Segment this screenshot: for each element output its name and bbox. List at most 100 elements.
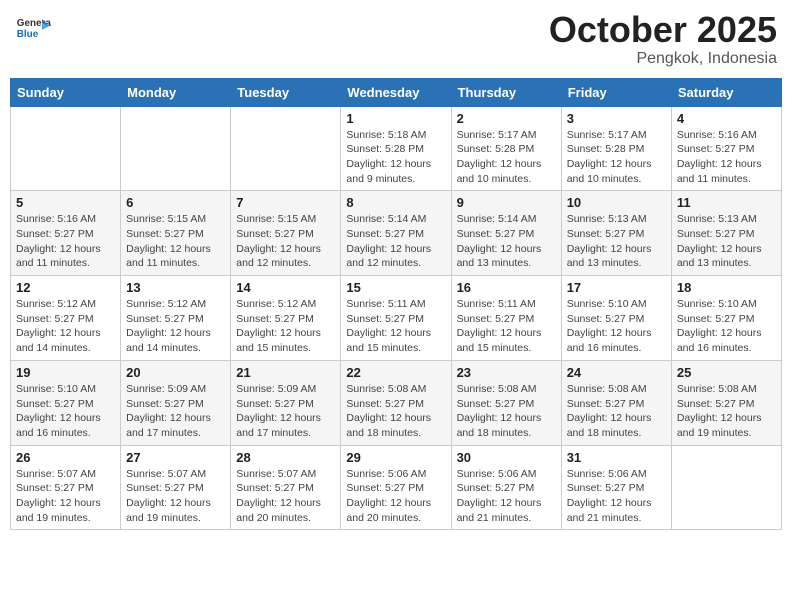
week-row-1: 5Sunrise: 5:16 AM Sunset: 5:27 PM Daylig… bbox=[11, 191, 782, 276]
day-info: Sunrise: 5:10 AM Sunset: 5:27 PM Dayligh… bbox=[567, 297, 666, 356]
day-cell: 16 Sunrise: 5:11 AM Sunset: 5:27 PM Dayli… bbox=[451, 276, 561, 361]
day-cell: 11 Sunrise: 5:13 AM Sunset: 5:27 PM Dayli… bbox=[671, 191, 781, 276]
day-number: 11 bbox=[677, 195, 776, 210]
day-number: 24 bbox=[567, 365, 666, 380]
day-cell: 6 Sunrise: 5:15 AM Sunset: 5:27 PM Daylig… bbox=[121, 191, 231, 276]
day-number: 2 bbox=[457, 111, 556, 126]
day-info: Sunrise: 5:11 AM Sunset: 5:27 PM Dayligh… bbox=[346, 297, 445, 356]
day-cell: 14Sunrise: 5:12 AM Sunset: 5:27 PM Dayli… bbox=[231, 276, 341, 361]
day-info: Sunrise: 5:15 AM Sunset: 5:27 PM Dayligh… bbox=[236, 212, 335, 271]
day-cell: 29 Sunrise: 5:06 AM Sunset: 5:27 PM Dayli… bbox=[341, 445, 451, 530]
calendar-title: October 2025 bbox=[549, 10, 777, 50]
day-cell: 12 Sunrise: 5:12 AM Sunset: 5:27 PM Dayli… bbox=[11, 276, 121, 361]
day-cell: 7Sunrise: 5:15 AM Sunset: 5:27 PM Daylig… bbox=[231, 191, 341, 276]
week-row-4: 26 Sunrise: 5:07 AM Sunset: 5:27 PM Dayli… bbox=[11, 445, 782, 530]
day-number: 31 bbox=[567, 450, 666, 465]
calendar-table: SundayMondayTuesdayWednesdayThursdayFrid… bbox=[10, 78, 782, 531]
day-cell: 1 Sunrise: 5:18 AM Sunset: 5:28 PM Daylig… bbox=[341, 106, 451, 191]
day-info: Sunrise: 5:11 AM Sunset: 5:27 PM Dayligh… bbox=[457, 297, 556, 356]
day-number: 12 bbox=[16, 280, 115, 295]
day-info: Sunrise: 5:07 AM Sunset: 5:27 PM Dayligh… bbox=[236, 467, 335, 526]
day-info: Sunrise: 5:14 AM Sunset: 5:27 PM Dayligh… bbox=[457, 212, 556, 271]
day-cell: 23 Sunrise: 5:08 AM Sunset: 5:27 PM Dayli… bbox=[451, 360, 561, 445]
day-info: Sunrise: 5:09 AM Sunset: 5:27 PM Dayligh… bbox=[236, 382, 335, 441]
day-cell: 28 Sunrise: 5:07 AM Sunset: 5:27 PM Dayli… bbox=[231, 445, 341, 530]
logo-icon: General Blue bbox=[15, 10, 51, 46]
day-number: 16 bbox=[457, 280, 556, 295]
day-info: Sunrise: 5:07 AM Sunset: 5:27 PM Dayligh… bbox=[126, 467, 225, 526]
weekday-header-monday: Monday bbox=[121, 78, 231, 106]
day-cell: 3Sunrise: 5:17 AM Sunset: 5:28 PM Daylig… bbox=[561, 106, 671, 191]
day-cell: 9 Sunrise: 5:14 AM Sunset: 5:27 PM Daylig… bbox=[451, 191, 561, 276]
weekday-header-saturday: Saturday bbox=[671, 78, 781, 106]
svg-text:Blue: Blue bbox=[17, 29, 39, 40]
weekday-header-sunday: Sunday bbox=[11, 78, 121, 106]
day-info: Sunrise: 5:18 AM Sunset: 5:28 PM Dayligh… bbox=[346, 128, 445, 187]
day-number: 6 bbox=[126, 195, 225, 210]
day-number: 5 bbox=[16, 195, 115, 210]
day-info: Sunrise: 5:08 AM Sunset: 5:27 PM Dayligh… bbox=[457, 382, 556, 441]
day-number: 18 bbox=[677, 280, 776, 295]
day-info: Sunrise: 5:13 AM Sunset: 5:27 PM Dayligh… bbox=[567, 212, 666, 271]
day-number: 21 bbox=[236, 365, 335, 380]
day-number: 20 bbox=[126, 365, 225, 380]
day-number: 26 bbox=[16, 450, 115, 465]
day-number: 15 bbox=[346, 280, 445, 295]
day-cell: 10Sunrise: 5:13 AM Sunset: 5:27 PM Dayli… bbox=[561, 191, 671, 276]
day-number: 9 bbox=[457, 195, 556, 210]
day-info: Sunrise: 5:10 AM Sunset: 5:27 PM Dayligh… bbox=[16, 382, 115, 441]
day-cell: 27Sunrise: 5:07 AM Sunset: 5:27 PM Dayli… bbox=[121, 445, 231, 530]
day-info: Sunrise: 5:08 AM Sunset: 5:27 PM Dayligh… bbox=[567, 382, 666, 441]
day-number: 8 bbox=[346, 195, 445, 210]
header: General Blue October 2025 Pengkok, Indon… bbox=[10, 10, 782, 68]
day-number: 23 bbox=[457, 365, 556, 380]
week-row-3: 19 Sunrise: 5:10 AM Sunset: 5:27 PM Dayli… bbox=[11, 360, 782, 445]
day-number: 29 bbox=[346, 450, 445, 465]
day-info: Sunrise: 5:14 AM Sunset: 5:27 PM Dayligh… bbox=[346, 212, 445, 271]
day-info: Sunrise: 5:08 AM Sunset: 5:27 PM Dayligh… bbox=[346, 382, 445, 441]
day-cell: 13Sunrise: 5:12 AM Sunset: 5:27 PM Dayli… bbox=[121, 276, 231, 361]
day-number: 4 bbox=[677, 111, 776, 126]
day-info: Sunrise: 5:12 AM Sunset: 5:27 PM Dayligh… bbox=[16, 297, 115, 356]
day-info: Sunrise: 5:06 AM Sunset: 5:27 PM Dayligh… bbox=[567, 467, 666, 526]
day-cell: 25 Sunrise: 5:08 AM Sunset: 5:27 PM Dayli… bbox=[671, 360, 781, 445]
day-info: Sunrise: 5:07 AM Sunset: 5:27 PM Dayligh… bbox=[16, 467, 115, 526]
day-number: 25 bbox=[677, 365, 776, 380]
day-cell: 24 Sunrise: 5:08 AM Sunset: 5:27 PM Dayli… bbox=[561, 360, 671, 445]
day-cell bbox=[121, 106, 231, 191]
weekday-header-wednesday: Wednesday bbox=[341, 78, 451, 106]
day-info: Sunrise: 5:10 AM Sunset: 5:27 PM Dayligh… bbox=[677, 297, 776, 356]
day-cell: 18 Sunrise: 5:10 AM Sunset: 5:27 PM Dayli… bbox=[671, 276, 781, 361]
day-cell bbox=[11, 106, 121, 191]
day-number: 28 bbox=[236, 450, 335, 465]
day-info: Sunrise: 5:13 AM Sunset: 5:27 PM Dayligh… bbox=[677, 212, 776, 271]
day-cell: 8 Sunrise: 5:14 AM Sunset: 5:27 PM Daylig… bbox=[341, 191, 451, 276]
week-row-0: 1 Sunrise: 5:18 AM Sunset: 5:28 PM Daylig… bbox=[11, 106, 782, 191]
day-info: Sunrise: 5:12 AM Sunset: 5:27 PM Dayligh… bbox=[126, 297, 225, 356]
day-info: Sunrise: 5:17 AM Sunset: 5:28 PM Dayligh… bbox=[457, 128, 556, 187]
day-cell: 19 Sunrise: 5:10 AM Sunset: 5:27 PM Dayli… bbox=[11, 360, 121, 445]
day-cell: 5Sunrise: 5:16 AM Sunset: 5:27 PM Daylig… bbox=[11, 191, 121, 276]
day-number: 3 bbox=[567, 111, 666, 126]
day-cell: 15 Sunrise: 5:11 AM Sunset: 5:27 PM Dayli… bbox=[341, 276, 451, 361]
day-cell: 31 Sunrise: 5:06 AM Sunset: 5:27 PM Dayli… bbox=[561, 445, 671, 530]
day-info: Sunrise: 5:08 AM Sunset: 5:27 PM Dayligh… bbox=[677, 382, 776, 441]
day-number: 19 bbox=[16, 365, 115, 380]
weekday-header-thursday: Thursday bbox=[451, 78, 561, 106]
day-number: 1 bbox=[346, 111, 445, 126]
day-info: Sunrise: 5:06 AM Sunset: 5:27 PM Dayligh… bbox=[457, 467, 556, 526]
day-cell: 21 Sunrise: 5:09 AM Sunset: 5:27 PM Dayli… bbox=[231, 360, 341, 445]
day-cell: 17Sunrise: 5:10 AM Sunset: 5:27 PM Dayli… bbox=[561, 276, 671, 361]
logo: General Blue bbox=[15, 10, 51, 46]
day-info: Sunrise: 5:15 AM Sunset: 5:27 PM Dayligh… bbox=[126, 212, 225, 271]
day-cell: 26 Sunrise: 5:07 AM Sunset: 5:27 PM Dayli… bbox=[11, 445, 121, 530]
week-row-2: 12 Sunrise: 5:12 AM Sunset: 5:27 PM Dayli… bbox=[11, 276, 782, 361]
day-info: Sunrise: 5:16 AM Sunset: 5:27 PM Dayligh… bbox=[677, 128, 776, 187]
day-info: Sunrise: 5:12 AM Sunset: 5:27 PM Dayligh… bbox=[236, 297, 335, 356]
day-number: 30 bbox=[457, 450, 556, 465]
day-info: Sunrise: 5:06 AM Sunset: 5:27 PM Dayligh… bbox=[346, 467, 445, 526]
day-cell: 4 Sunrise: 5:16 AM Sunset: 5:27 PM Daylig… bbox=[671, 106, 781, 191]
weekday-header-row: SundayMondayTuesdayWednesdayThursdayFrid… bbox=[11, 78, 782, 106]
day-info: Sunrise: 5:09 AM Sunset: 5:27 PM Dayligh… bbox=[126, 382, 225, 441]
weekday-header-tuesday: Tuesday bbox=[231, 78, 341, 106]
